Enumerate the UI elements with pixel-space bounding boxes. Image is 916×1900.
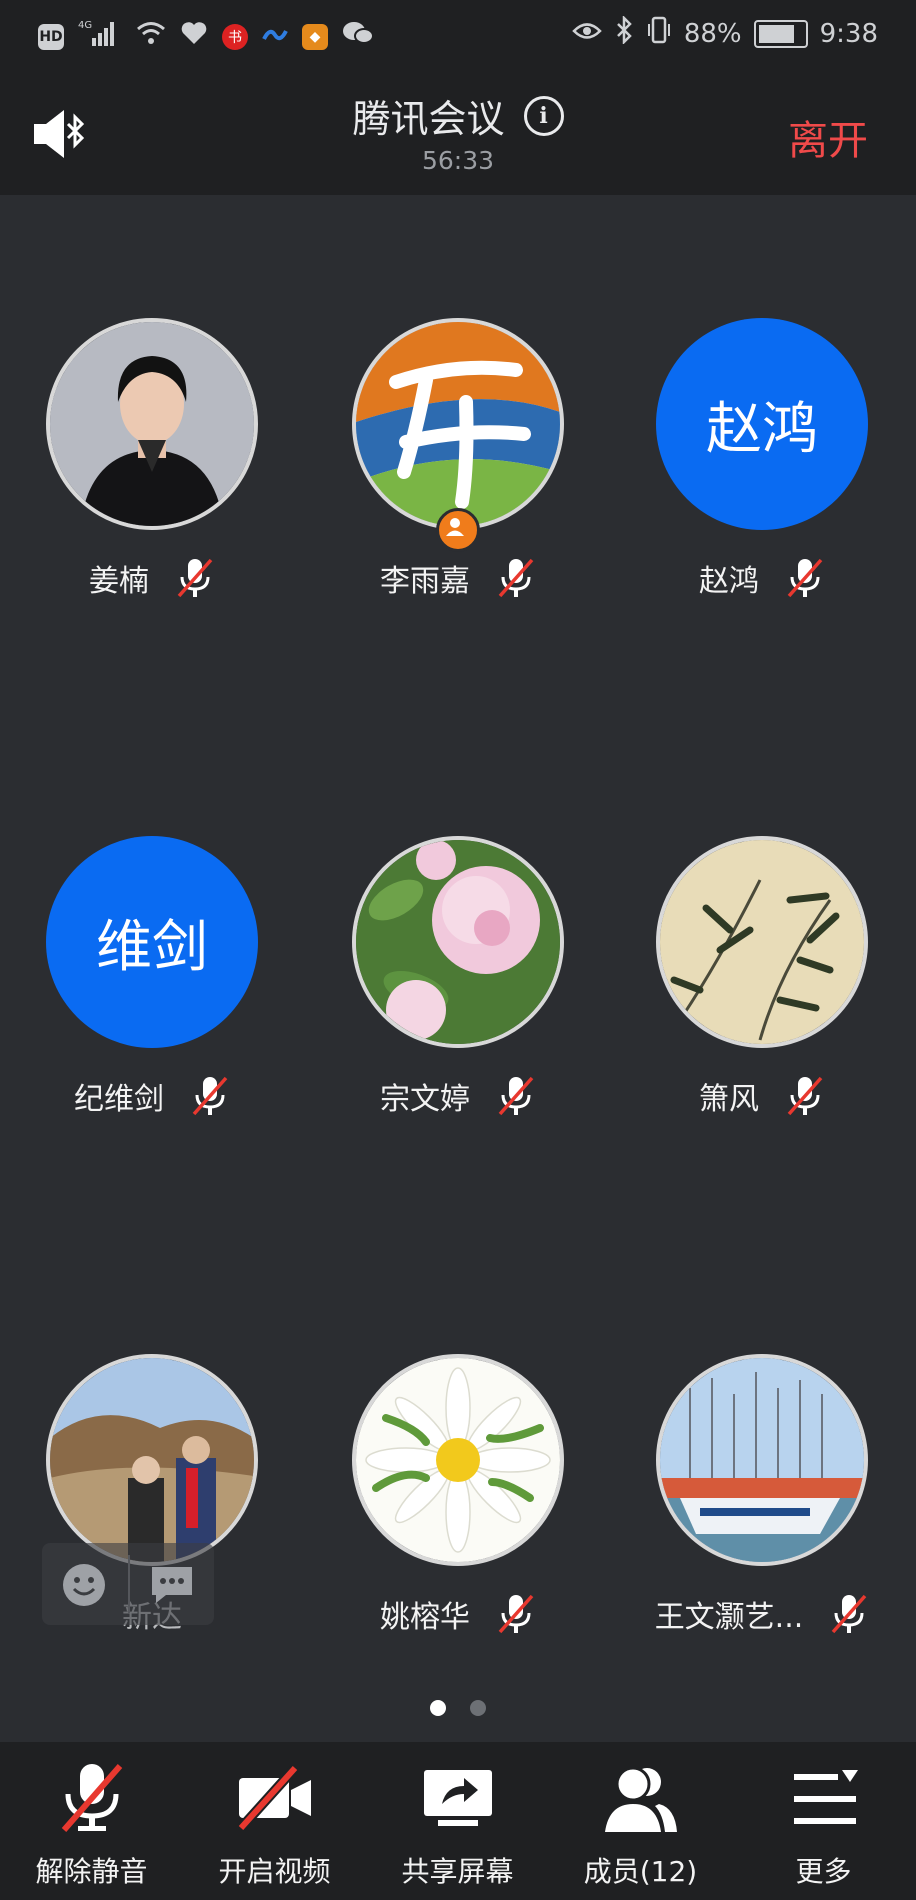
participant-tile[interactable]: 姚榕华 <box>308 1354 608 1644</box>
participant-name: 李雨嘉 <box>380 564 470 599</box>
toolbar-divider <box>128 1555 130 1613</box>
start-video-label: 开启视频 <box>218 1855 331 1888</box>
leave-button[interactable]: 离开 <box>788 108 868 166</box>
mic-muted-icon <box>498 558 534 598</box>
page-dot[interactable] <box>470 1700 486 1716</box>
participant-name-row: 李雨嘉 <box>308 556 608 600</box>
members-icon <box>604 1766 677 1832</box>
members-button[interactable]: 成员(12) <box>549 1758 732 1890</box>
chat-button[interactable] <box>148 1561 196 1609</box>
white-flower-icon <box>352 1354 564 1566</box>
status-bar: HD 4G 书 ◆ 88% 9:38 <box>0 0 916 70</box>
battery-icon <box>753 19 808 48</box>
eye-icon <box>572 19 602 49</box>
status-left-icons: HD 4G 书 ◆ <box>38 18 374 55</box>
status-right-icons: 88% 9:38 <box>572 14 878 51</box>
participant-name: 王文灏艺... <box>654 1600 804 1635</box>
app-blue-icon <box>262 22 288 52</box>
mic-muted-icon <box>177 558 213 598</box>
mic-muted-icon <box>498 1076 534 1116</box>
participant-name: 箫风 <box>699 1082 759 1117</box>
app-orange-icon: ◆ <box>302 23 328 50</box>
participant-tile[interactable]: 李雨嘉 <box>308 318 608 608</box>
participant-tile[interactable]: 宗文婷 <box>308 836 608 1126</box>
info-icon[interactable]: i <box>523 95 564 136</box>
bluetooth-icon <box>614 14 634 51</box>
members-label: 成员(12) <box>583 1855 698 1888</box>
more-menu-icon <box>793 1770 858 1824</box>
wifi-icon <box>136 20 166 53</box>
bamboo-painting-icon <box>656 836 868 1048</box>
start-video-button[interactable]: 开启视频 <box>183 1758 366 1890</box>
calligraphy-logo-icon <box>352 318 564 530</box>
page-indicator <box>0 1700 916 1716</box>
woman-portrait-icon <box>46 318 258 530</box>
vibrate-icon <box>646 16 672 51</box>
meeting-timer: 56:33 <box>421 146 495 175</box>
harbor-boats-icon <box>656 1354 868 1566</box>
participant-name: 姜楠 <box>89 564 149 599</box>
mic-muted-icon <box>787 558 823 598</box>
participant-tile[interactable]: 赵鸿 赵鸿 <box>612 318 912 608</box>
mic-muted-icon <box>498 1594 534 1634</box>
wechat-icon <box>342 20 374 53</box>
share-screen-button[interactable]: 共享屏幕 <box>366 1758 549 1890</box>
page-dot-active[interactable] <box>430 1700 446 1716</box>
participant-name-row: 姚榕华 <box>308 1592 608 1636</box>
signal-icon: 4G <box>78 18 122 55</box>
participant-avatar-text: 赵鸿 <box>656 318 868 530</box>
participant-name-row: 纪维剑 <box>2 1074 302 1118</box>
peony-flower-icon <box>352 836 564 1048</box>
participant-name-row: 姜楠 <box>2 556 302 600</box>
unmute-button[interactable]: 解除静音 <box>0 1758 183 1890</box>
battery-percent: 88% <box>683 18 742 49</box>
participant-name: 赵鸿 <box>699 564 759 599</box>
mic-muted-icon <box>787 1076 823 1116</box>
participant-name: 姚榕华 <box>380 1600 470 1635</box>
bottom-control-bar: 解除静音 开启视频 共享屏幕 成员(12) 更多 <box>0 1742 916 1900</box>
health-icon <box>180 20 208 53</box>
participant-tile[interactable]: 箫风 <box>612 836 912 1126</box>
participant-name-row: 宗文婷 <box>308 1074 608 1118</box>
participant-name: 宗文婷 <box>380 1082 470 1117</box>
emoji-icon <box>63 1564 105 1606</box>
unmute-label: 解除静音 <box>35 1855 148 1888</box>
more-button[interactable]: 更多 <box>732 1758 915 1890</box>
meeting-title-group: 腾讯会议 i <box>0 88 916 143</box>
more-label: 更多 <box>795 1855 852 1888</box>
host-badge-icon <box>436 508 480 552</box>
participant-avatar-text: 维剑 <box>46 836 258 1048</box>
battery-level <box>758 24 794 43</box>
mic-muted-icon <box>831 1594 867 1634</box>
video-off-icon <box>236 1764 311 1832</box>
app-red-icon: 书 <box>222 23 248 50</box>
participant-name-row: 王文灏艺... <box>612 1592 912 1636</box>
meeting-header: 腾讯会议 i 56:33 离开 <box>0 70 916 195</box>
floating-toolbar <box>42 1543 214 1625</box>
participant-name-row: 赵鸿 <box>612 556 912 600</box>
participant-tile[interactable]: 姜楠 <box>2 318 302 608</box>
emoji-button[interactable] <box>60 1561 108 1609</box>
share-screen-icon <box>423 1770 492 1826</box>
clock-time: 9:38 <box>819 18 878 49</box>
meeting-title: 腾讯会议 <box>352 97 505 141</box>
hd-icon: HD <box>38 23 64 50</box>
couple-landscape-icon <box>46 1354 258 1566</box>
chat-bubble-icon <box>152 1567 192 1603</box>
participant-tile[interactable]: 王文灏艺... <box>612 1354 912 1644</box>
mic-muted-icon <box>192 1076 228 1116</box>
share-screen-label: 共享屏幕 <box>401 1855 514 1888</box>
participant-name: 纪维剑 <box>74 1082 164 1117</box>
participant-name-row: 箫风 <box>612 1074 912 1118</box>
svg-text:4G: 4G <box>78 20 92 31</box>
mic-muted-icon <box>61 1764 122 1832</box>
participant-tile[interactable]: 维剑 纪维剑 <box>2 836 302 1126</box>
